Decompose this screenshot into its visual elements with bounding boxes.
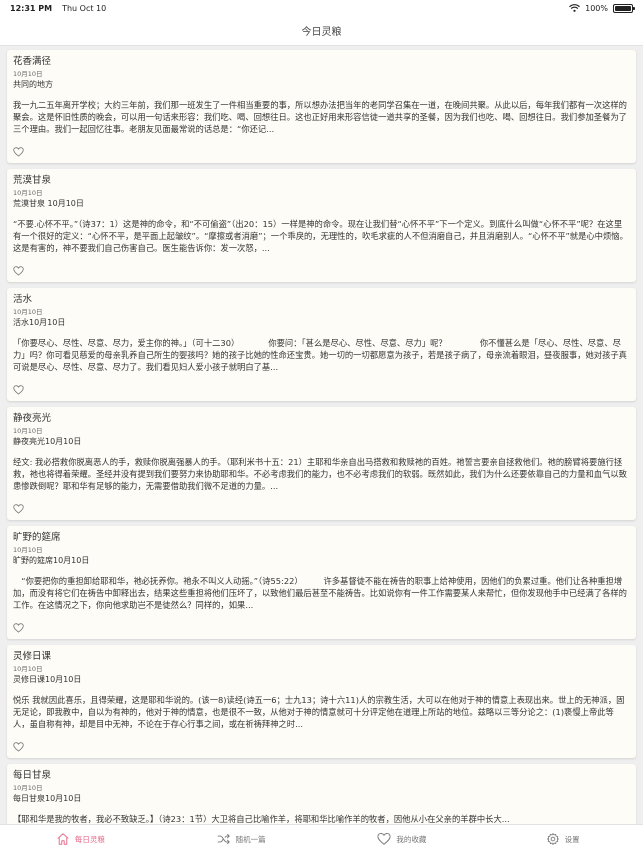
card-title: 灵修日课	[13, 651, 52, 662]
favorite-heart-icon[interactable]	[13, 385, 24, 395]
favorite-heart-icon[interactable]	[13, 623, 24, 633]
tab-bar: 每日灵粮 随机一篇 我的收藏 设置	[0, 824, 643, 858]
card-excerpt: 【耶和华是我的牧者，我必不致缺乏。】（诗23：1节）大卫将自己比喻作羊，将耶和华…	[13, 814, 510, 824]
status-bar: 12:31 PM Thu Oct 10 100%	[0, 0, 643, 16]
card-subtitle: 活水10月10日	[13, 318, 66, 327]
home-icon	[57, 833, 69, 845]
card-excerpt: “不要.心怀不平。”（诗37：1）这是神的命令，和“不可偷盗”（出20：15）一…	[13, 219, 628, 253]
card-subtitle: 灵修日课10月10日	[13, 675, 82, 684]
battery-icon	[613, 3, 635, 13]
card-excerpt: “你要把你的重担卸给耶和华，祂必抚养你。祂永不叫义人动摇。”（诗55:22） 许…	[13, 576, 627, 610]
card-date: 10月10日	[13, 308, 43, 316]
status-time: 12:31 PM	[10, 3, 53, 13]
tab-daily-bread[interactable]: 每日灵粮	[0, 832, 161, 846]
card-excerpt: 经文: 我必搭救你脱离恶人的手，救赎你脱离强暴人的手。（耶利米书十五：21）主耶…	[13, 457, 627, 491]
card-subtitle: 旷野的筵席10月10日	[13, 556, 90, 565]
devotional-card[interactable]: 花香满径 10月10日 共同的地方 我一九二五年离开学校；大约三年前，我们那一班…	[7, 50, 636, 163]
tab-label: 随机一篇	[235, 834, 266, 844]
devotional-feed[interactable]: 花香满径 10月10日 共同的地方 我一九二五年离开学校；大约三年前，我们那一班…	[0, 46, 643, 824]
navigation-bar: 今日灵粮	[0, 16, 643, 46]
page-title: 今日灵粮	[301, 27, 342, 38]
tab-label: 我的收藏	[396, 834, 427, 844]
devotional-card[interactable]: 旷野的筵席 10月10日 旷野的筵席10月10日 “你要把你的重担卸给耶和华，祂…	[7, 526, 636, 639]
tab-random[interactable]: 随机一篇	[161, 832, 322, 846]
card-date: 10月10日	[13, 784, 43, 792]
favorite-heart-icon[interactable]	[13, 266, 24, 276]
card-date: 10月10日	[13, 427, 43, 435]
card-subtitle: 共同的地方	[13, 80, 53, 89]
card-date: 10月10日	[13, 189, 43, 197]
card-title: 花香满径	[13, 56, 52, 67]
card-title: 旷野的筵席	[13, 532, 61, 543]
card-subtitle: 静夜亮光10月10日	[13, 437, 82, 446]
card-date: 10月10日	[13, 546, 43, 554]
wifi-icon	[569, 4, 581, 12]
card-date: 10月10日	[13, 70, 43, 78]
card-date: 10月10日	[13, 665, 43, 673]
devotional-card[interactable]: 静夜亮光 10月10日 静夜亮光10月10日 经文: 我必搭救你脱离恶人的手，救…	[7, 407, 636, 520]
card-title: 活水	[13, 294, 33, 305]
devotional-card[interactable]: 每日甘泉 10月10日 每日甘泉10月10日 【耶和华是我的牧者，我必不致缺乏。…	[7, 764, 636, 824]
favorite-heart-icon[interactable]	[13, 504, 24, 514]
tab-label: 每日灵粮	[74, 834, 105, 844]
card-subtitle: 每日甘泉10月10日	[13, 794, 82, 803]
favorite-heart-icon[interactable]	[13, 147, 24, 157]
devotional-card[interactable]: 活水 10月10日 活水10月10日 「你要尽心、尽性、尽意、尽力，爱主你的神。…	[7, 288, 636, 401]
status-date: Thu Oct 10	[62, 3, 107, 13]
tab-favorites[interactable]: 我的收藏	[322, 832, 483, 846]
card-subtitle: 荒漠甘泉 10月10日	[13, 199, 84, 208]
devotional-card[interactable]: 灵修日课 10月10日 灵修日课10月10日 悦乐 我就因此喜乐，且得荣耀，这是…	[7, 645, 636, 758]
card-title: 荒漠甘泉	[13, 175, 52, 186]
gear-icon	[546, 833, 559, 845]
devotional-card[interactable]: 荒漠甘泉 10月10日 荒漠甘泉 10月10日 “不要.心怀不平。”（诗37：1…	[7, 169, 636, 282]
card-title: 静夜亮光	[13, 413, 52, 424]
card-excerpt: 我一九二五年离开学校；大约三年前，我们那一班发生了一件相当重要的事，所以想办法把…	[13, 100, 627, 134]
card-excerpt: 「你要尽心、尽性、尽意、尽力，爱主你的神。」（可十二30） 你要问：「甚么是尽心…	[13, 338, 627, 372]
battery-percent: 100%	[585, 3, 608, 13]
card-excerpt: 悦乐 我就因此喜乐，且得荣耀，这是耶和华说的。(该一8)读经(诗五一6；士九13…	[13, 695, 625, 729]
heart-icon	[377, 832, 391, 845]
shuffle-icon	[217, 833, 230, 845]
favorite-heart-icon[interactable]	[13, 742, 24, 752]
tab-settings[interactable]: 设置	[482, 832, 643, 846]
card-title: 每日甘泉	[13, 770, 52, 781]
tab-label: 设置	[564, 834, 580, 844]
